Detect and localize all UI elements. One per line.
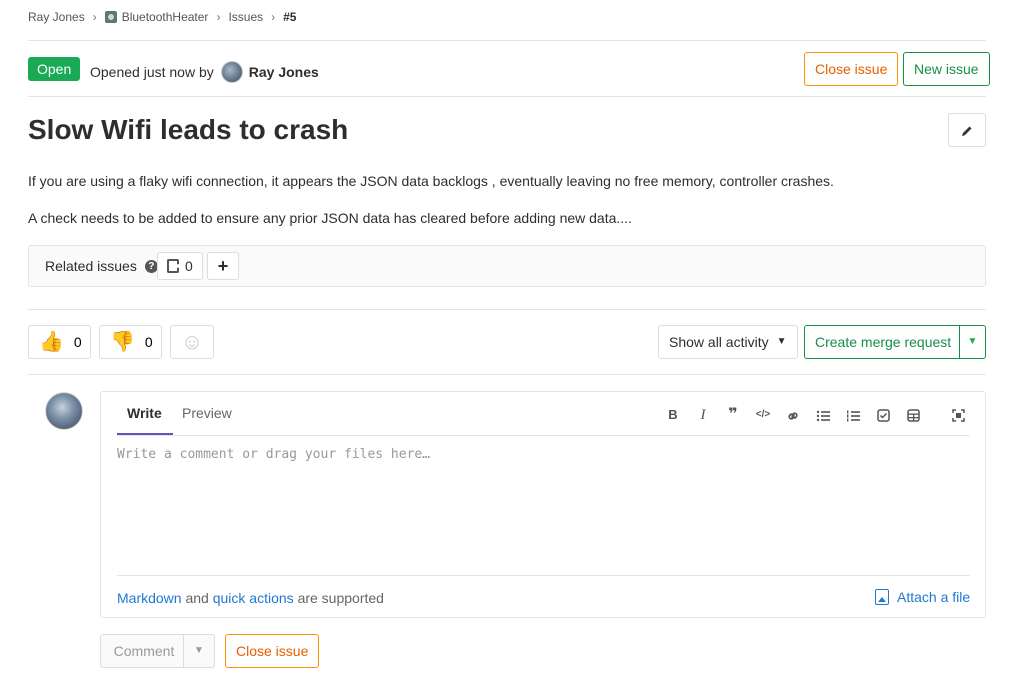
footer-and-text: and [185, 590, 209, 606]
thumbsdown-award-button[interactable]: 👎 0 [99, 325, 162, 359]
thumbsup-award-button[interactable]: 👍 0 [28, 325, 91, 359]
related-issues-panel: Related issues ? 0 + [28, 245, 986, 287]
page-title: Slow Wifi leads to crash [28, 114, 349, 145]
tab-write[interactable]: Write [127, 405, 162, 421]
user-avatar-icon[interactable] [45, 392, 83, 430]
link-icon[interactable] [783, 406, 803, 424]
comment-form: Write Preview B I ❞ </> Markdown and qui… [100, 391, 986, 618]
breadcrumb-project[interactable]: BluetoothHeater [122, 10, 209, 24]
divider [28, 309, 986, 310]
attach-file-label: Attach a file [897, 589, 971, 605]
footer-supported-text: are supported [297, 590, 384, 606]
code-icon[interactable]: </> [753, 406, 773, 424]
related-issues-count: 0 [157, 252, 203, 280]
user-avatar-icon[interactable] [220, 61, 243, 83]
quick-actions-link[interactable]: quick actions [213, 590, 294, 606]
breadcrumb: Ray Jones › BluetoothHeater › Issues › #… [28, 10, 296, 24]
italic-icon[interactable]: I [693, 406, 713, 424]
thumbsdown-count: 0 [144, 334, 153, 350]
chevron-down-icon: ▼ [194, 645, 204, 656]
issue-description-paragraph: A check needs to be added to ensure any … [28, 210, 632, 226]
related-issues-title: Related issues [45, 258, 137, 274]
thumbsup-icon: 👍 [39, 331, 64, 353]
comment-input[interactable] [117, 442, 970, 572]
chevron-down-icon: ▼ [776, 336, 787, 347]
tab-preview[interactable]: Preview [182, 405, 232, 421]
chevron-right-icon: › [92, 10, 97, 24]
markdown-link[interactable]: Markdown [117, 590, 182, 606]
chevron-right-icon: › [216, 10, 221, 24]
opened-prefix: Opened just now by [90, 64, 214, 80]
close-issue-bottom-button[interactable]: Close issue [225, 634, 320, 668]
create-merge-request-button[interactable]: Create merge request [804, 325, 960, 359]
task-list-icon[interactable] [873, 406, 893, 424]
question-circle-icon[interactable]: ? [144, 259, 158, 273]
activity-filter-dropdown[interactable]: Show all activity ▼ [658, 325, 798, 359]
divider [117, 435, 970, 436]
add-reaction-button[interactable]: ☺ [170, 325, 214, 359]
comment-options-toggle[interactable]: ▼ [183, 634, 215, 668]
bullet-list-icon[interactable] [813, 406, 833, 424]
divider [28, 40, 986, 41]
pencil-icon [962, 126, 972, 137]
markdown-help-text: Markdown and quick actions are supported [117, 590, 384, 606]
author-name[interactable]: Ray Jones [249, 64, 319, 80]
smiley-icon: ☺ [180, 329, 204, 354]
close-issue-button[interactable]: Close issue [804, 52, 899, 86]
edit-title-button[interactable] [948, 113, 986, 147]
project-avatar-icon [104, 11, 117, 23]
new-issue-button[interactable]: New issue [903, 52, 990, 86]
numbered-list-icon[interactable] [843, 406, 863, 424]
merge-request-options-toggle[interactable]: ▼ [959, 325, 986, 359]
issues-icon [167, 259, 179, 273]
breadcrumb-current[interactable]: #5 [283, 10, 296, 24]
thumbsup-count: 0 [73, 334, 82, 350]
related-issues-label: Related issues ? [45, 258, 158, 274]
fullscreen-icon[interactable] [948, 406, 968, 424]
bold-icon[interactable]: B [663, 406, 683, 424]
attach-file-button[interactable]: Attach a file [875, 589, 970, 605]
issue-meta: Opened just now by Ray Jones [90, 61, 319, 83]
activity-filter-label: Show all activity [669, 334, 769, 350]
related-count-value: 0 [185, 258, 193, 274]
comment-submit-button[interactable]: Comment [100, 634, 188, 668]
add-related-issue-button[interactable]: + [207, 252, 239, 280]
divider [117, 575, 970, 576]
table-icon[interactable] [903, 406, 923, 424]
chevron-right-icon: › [271, 10, 276, 24]
divider [28, 374, 986, 375]
plus-icon: + [217, 256, 229, 276]
image-icon [875, 589, 889, 605]
divider [28, 96, 986, 97]
quote-icon[interactable]: ❞ [723, 406, 743, 424]
breadcrumb-user[interactable]: Ray Jones [28, 10, 85, 24]
status-badge: Open [28, 57, 81, 81]
issue-description-paragraph: If you are using a flaky wifi connection… [28, 173, 834, 189]
chevron-down-icon: ▼ [967, 336, 978, 347]
thumbsdown-icon: 👎 [110, 331, 135, 353]
breadcrumb-issues[interactable]: Issues [228, 10, 263, 24]
